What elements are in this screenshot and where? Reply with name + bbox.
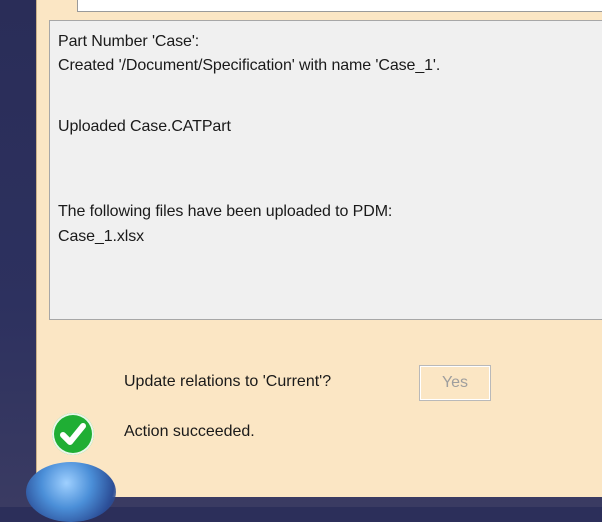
top-input-field[interactable] — [77, 0, 602, 12]
log-line: Case_1.xlsx — [58, 228, 145, 245]
blue-orb-icon — [26, 462, 116, 522]
log-line: The following files have been uploaded t… — [58, 203, 393, 220]
log-line: Uploaded Case.CATPart — [58, 118, 231, 135]
status-message: Action succeeded. — [124, 423, 255, 440]
yes-button[interactable]: Yes — [419, 365, 491, 401]
result-dialog: Part Number 'Case': Created '/Document/S… — [36, 0, 602, 497]
message-log[interactable]: Part Number 'Case': Created '/Document/S… — [49, 20, 602, 320]
log-line: Created '/Document/Specification' with n… — [58, 57, 441, 74]
log-line: Part Number 'Case': — [58, 33, 200, 50]
top-strip — [49, 0, 602, 16]
update-relations-label: Update relations to 'Current'? — [124, 373, 332, 390]
success-check-icon — [52, 413, 94, 455]
